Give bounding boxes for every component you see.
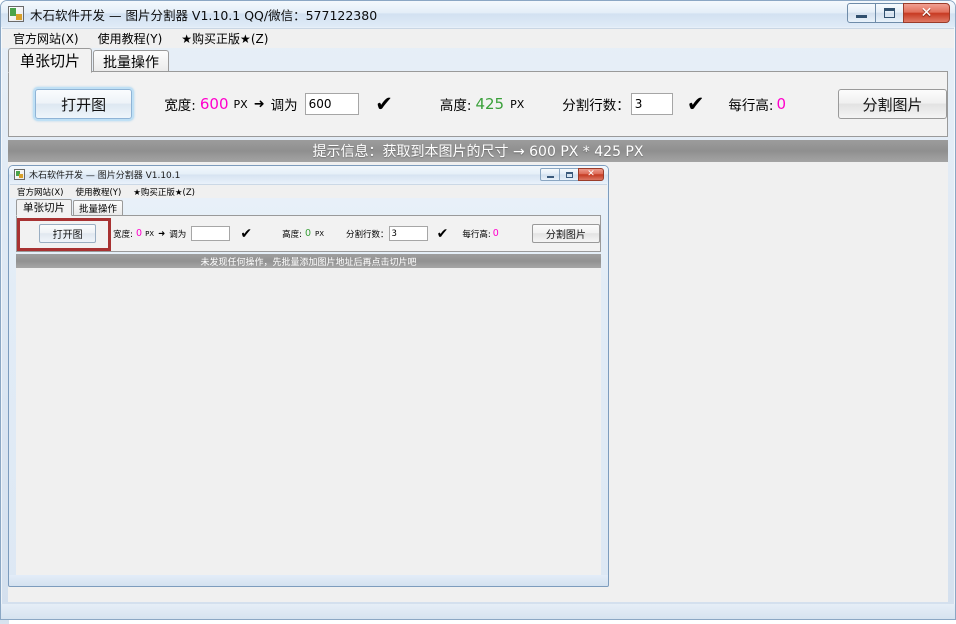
tab-page-single-slice: 打开图 宽度: 600 PX ➜ 调为 600 ✔ 高度: 425 PX 分割行… — [8, 71, 948, 137]
status-bar: 提示信息：获取到本图片的尺寸 → 600 PX * 425 PX — [8, 140, 948, 162]
nested-menu-item-buy-license[interactable]: ★购买正版★(Z) — [128, 185, 200, 199]
nested-confirm-rows-check-icon[interactable]: ✔ — [437, 227, 449, 241]
split-image-button[interactable]: 分割图片 — [838, 89, 948, 119]
tab-strip: 单张切片 批量操作 — [8, 48, 948, 73]
window-title: 木石软件开发 — 图片分割器 V1.10.1 QQ/微信：577122380 — [30, 7, 378, 23]
desktop-root: 木石软件开发 — 图片分割器 V1.10.1 QQ/微信：577122380 ✕… — [0, 0, 956, 624]
nested-height-value: 0 — [304, 228, 311, 239]
nested-open-image-button[interactable]: 打开图 — [39, 224, 97, 243]
window-controls: ✕ — [847, 3, 950, 23]
nested-tab-page: 打开图 宽度: 0 PX ➜ 调为 ✔ 高度: 0 PX 分割行数： 3 ✔ 每… — [16, 215, 601, 252]
open-image-button[interactable]: 打开图 — [35, 89, 133, 119]
adjust-width-input[interactable]: 600 — [304, 93, 360, 115]
close-icon: ✕ — [920, 5, 933, 21]
menu-item-official-site[interactable]: 官方网站(X) — [5, 28, 87, 49]
tab-single-slice[interactable]: 单张切片 — [8, 48, 93, 73]
nested-close-button[interactable]: ✕ — [578, 168, 604, 181]
nested-height-unit: PX — [315, 229, 325, 238]
nested-row-height-label: 每行高: — [462, 229, 491, 240]
nested-window-title: 木石软件开发 — 图片分割器 V1.10.1 — [29, 171, 181, 181]
app-icon — [8, 6, 24, 22]
nested-confirm-width-check-icon[interactable]: ✔ — [240, 227, 252, 241]
row-height-value: 0 — [776, 95, 787, 113]
nested-adjust-width-input[interactable] — [191, 226, 231, 241]
tab-batch-operation[interactable]: 批量操作 — [93, 50, 170, 72]
nested-adjust-label: 调为 — [169, 229, 187, 240]
nested-rows-label: 分割行数： — [346, 229, 389, 240]
nested-maximize-button[interactable] — [559, 168, 579, 181]
nested-arrow-icon: ➜ — [158, 228, 166, 239]
nested-window-controls: ✕ — [540, 168, 604, 181]
nested-toolbar-row: 打开图 宽度: 0 PX ➜ 调为 ✔ 高度: 0 PX 分割行数： 3 ✔ 每… — [17, 216, 600, 251]
minimize-button[interactable] — [847, 3, 876, 23]
nested-tab-batch-operation[interactable]: 批量操作 — [73, 200, 124, 215]
nested-tab-single-slice[interactable]: 单张切片 — [16, 199, 72, 216]
nested-width-unit: PX — [145, 229, 155, 238]
nested-image-preview-area[interactable] — [16, 268, 601, 575]
nested-row-height-value: 0 — [492, 228, 499, 239]
nested-width-value: 0 — [136, 228, 143, 239]
nested-minimize-icon — [546, 175, 554, 178]
nested-split-image-button[interactable]: 分割图片 — [531, 224, 600, 243]
nested-menu-item-tutorial[interactable]: 使用教程(Y) — [70, 185, 126, 199]
title-bar[interactable]: 木石软件开发 — 图片分割器 V1.10.1 QQ/微信：577122380 ✕ — [1, 1, 955, 27]
rows-input[interactable]: 3 — [630, 93, 673, 115]
confirm-rows-check-icon[interactable]: ✔ — [687, 93, 705, 115]
width-label: 宽度: — [164, 98, 196, 114]
toolbar-row: 打开图 宽度: 600 PX ➜ 调为 600 ✔ 高度: 425 PX 分割行… — [9, 72, 948, 136]
close-button[interactable]: ✕ — [903, 3, 950, 23]
nested-status-bar: 未发现任何操作，先批量添加图片地址后再点击切片吧 — [16, 254, 601, 268]
nested-minimize-button[interactable] — [540, 168, 560, 181]
nested-menu-item-official-site[interactable]: 官方网站(X) — [12, 185, 68, 199]
nested-rows-input[interactable]: 3 — [388, 226, 428, 241]
nested-height-label: 高度: — [282, 229, 302, 240]
rows-label: 分割行数： — [562, 98, 630, 114]
nested-app-icon — [14, 169, 25, 180]
adjust-label: 调为 — [270, 98, 298, 114]
arrow-icon: ➜ — [253, 96, 265, 112]
nested-window-bottom-strip — [9, 575, 608, 586]
confirm-width-check-icon[interactable]: ✔ — [375, 93, 393, 115]
height-unit: PX — [510, 97, 525, 111]
width-value: 600 — [199, 95, 229, 113]
menu-item-tutorial[interactable]: 使用教程(Y) — [90, 28, 171, 49]
width-unit: PX — [233, 97, 248, 111]
menu-bar: 官方网站(X) 使用教程(Y) ★购买正版★(Z) — [2, 28, 954, 48]
nested-close-icon: ✕ — [587, 169, 595, 179]
nested-window: 木石软件开发 — 图片分割器 V1.10.1 ✕ 官方网站(X) 使用教程(Y)… — [8, 165, 609, 587]
menu-item-buy-license[interactable]: ★购买正版★(Z) — [173, 28, 276, 49]
nested-title-bar[interactable]: 木石软件开发 — 图片分割器 V1.10.1 ✕ — [9, 166, 608, 183]
nested-maximize-icon — [565, 171, 573, 178]
nested-width-label: 宽度: — [113, 229, 134, 240]
nested-menu-bar: 官方网站(X) 使用教程(Y) ★购买正版★(Z) — [10, 184, 607, 198]
height-value: 425 — [475, 95, 505, 113]
minimize-icon — [856, 14, 867, 18]
maximize-button[interactable] — [875, 3, 904, 23]
height-label: 高度: — [439, 98, 472, 114]
nested-tab-strip: 单张切片 批量操作 — [16, 199, 601, 216]
window-bottom-strip — [1, 604, 955, 619]
row-height-label: 每行高: — [728, 98, 774, 114]
maximize-icon — [884, 8, 895, 18]
